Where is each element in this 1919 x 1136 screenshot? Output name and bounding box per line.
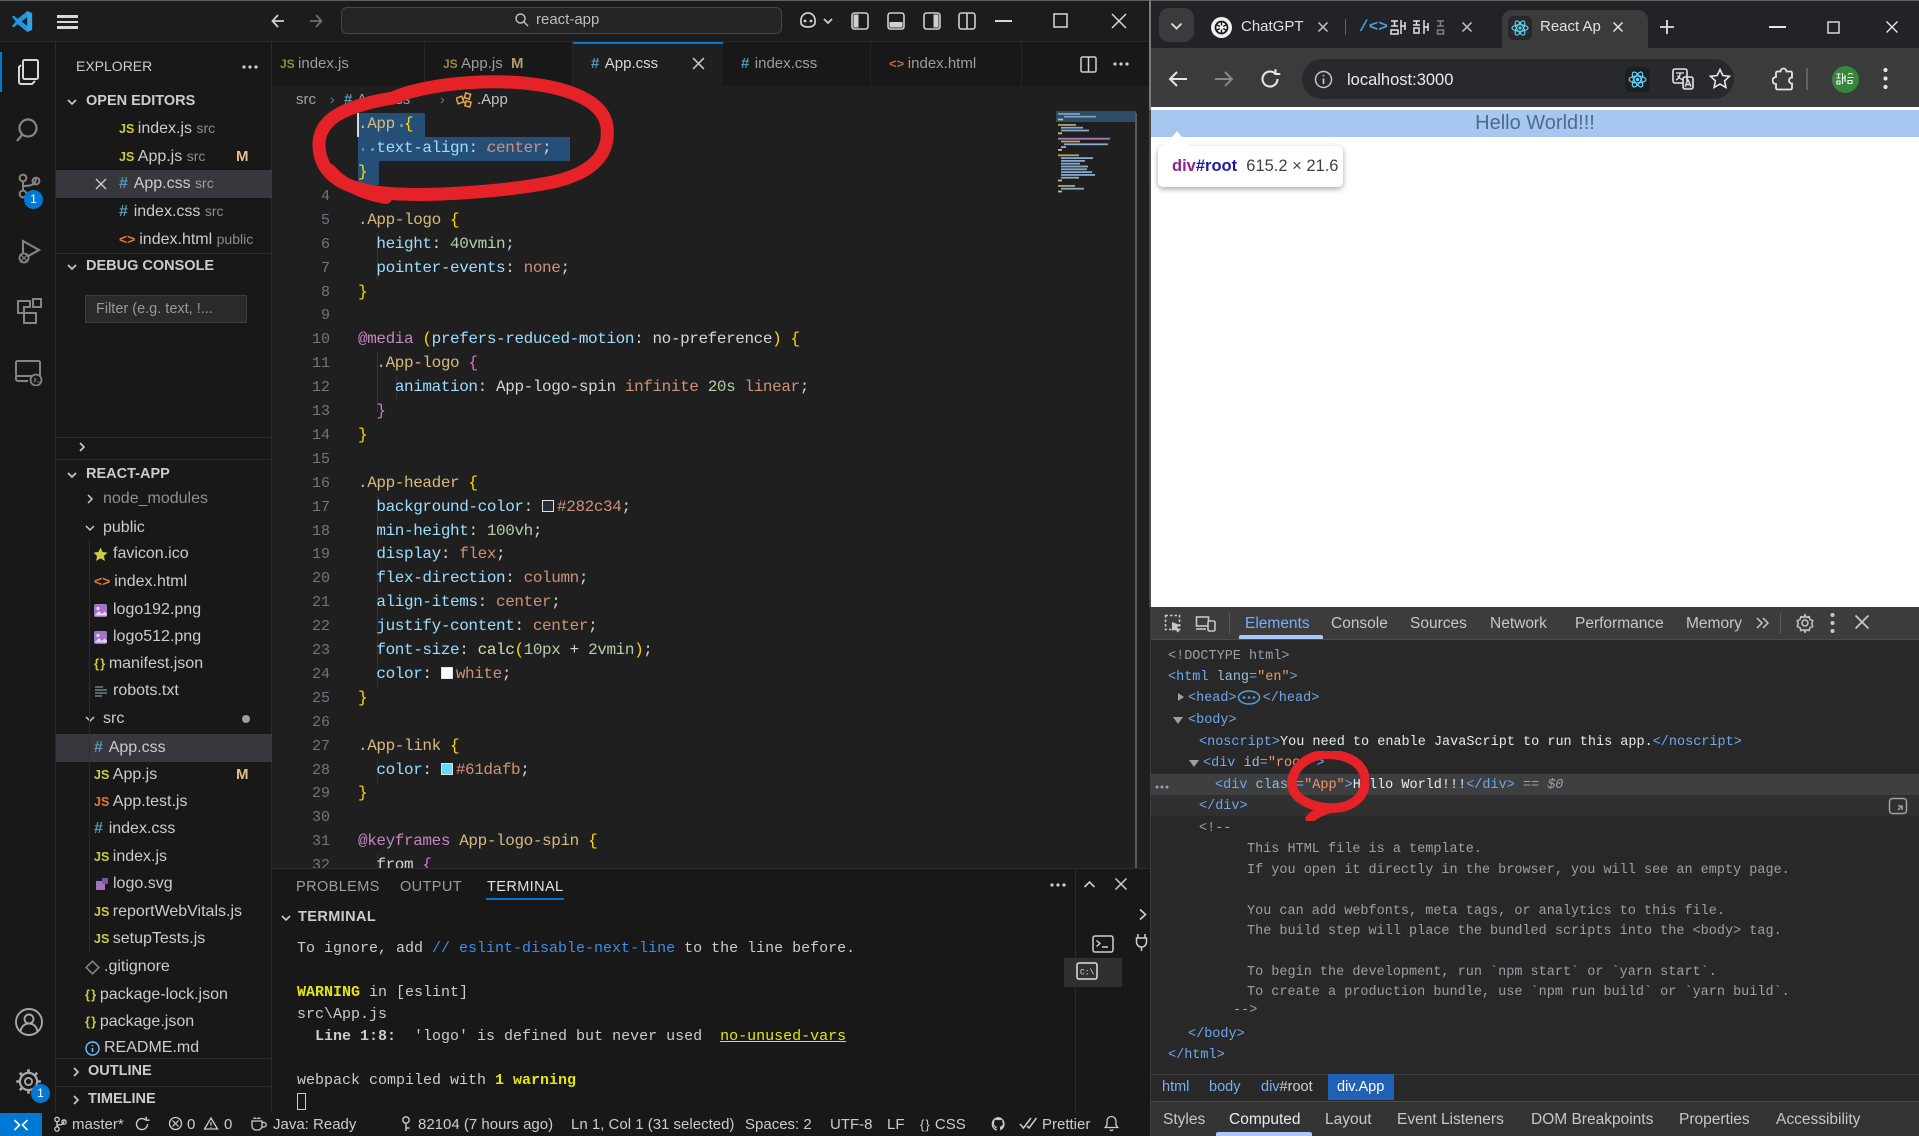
svg-text:C:\: C:\	[1080, 969, 1095, 978]
